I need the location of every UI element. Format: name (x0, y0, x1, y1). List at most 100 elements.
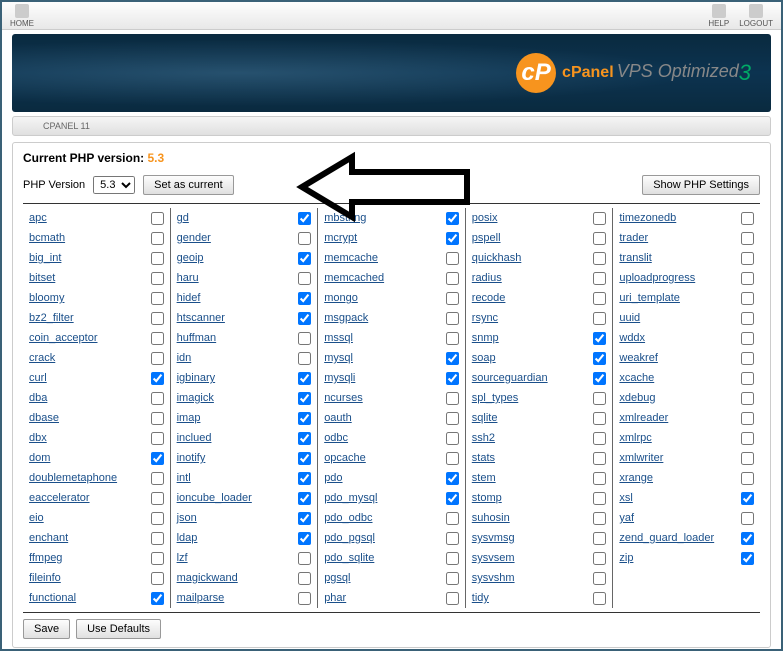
extension-checkbox[interactable] (446, 572, 459, 585)
extension-ldap[interactable]: ldap (177, 528, 312, 548)
extension-checkbox[interactable] (151, 352, 164, 365)
extension-checkbox[interactable] (741, 432, 754, 445)
extension-inotify[interactable]: inotify (177, 448, 312, 468)
extension-mssql[interactable]: mssql (324, 328, 459, 348)
extension-checkbox[interactable] (446, 332, 459, 345)
extension-checkbox[interactable] (151, 492, 164, 505)
extension-mysqli[interactable]: mysqli (324, 368, 459, 388)
extension-yaf[interactable]: yaf (619, 508, 754, 528)
extension-checkbox[interactable] (741, 292, 754, 305)
logout-link[interactable]: LOGOUT (739, 4, 773, 28)
use-defaults-button[interactable]: Use Defaults (76, 619, 161, 639)
extension-functional[interactable]: functional (29, 588, 164, 608)
extension-checkbox[interactable] (593, 312, 606, 325)
extension-checkbox[interactable] (446, 492, 459, 505)
extension-doublemetaphone[interactable]: doublemetaphone (29, 468, 164, 488)
extension-pdo[interactable]: pdo (324, 468, 459, 488)
extension-eaccelerator[interactable]: eaccelerator (29, 488, 164, 508)
extension-checkbox[interactable] (446, 372, 459, 385)
extension-mysql[interactable]: mysql (324, 348, 459, 368)
extension-mcrypt[interactable]: mcrypt (324, 228, 459, 248)
extension-quickhash[interactable]: quickhash (472, 248, 607, 268)
extension-checkbox[interactable] (593, 552, 606, 565)
extension-zip[interactable]: zip (619, 548, 754, 568)
extension-timezonedb[interactable]: timezonedb (619, 208, 754, 228)
extension-crack[interactable]: crack (29, 348, 164, 368)
extension-imagick[interactable]: imagick (177, 388, 312, 408)
extension-json[interactable]: json (177, 508, 312, 528)
extension-tidy[interactable]: tidy (472, 588, 607, 608)
extension-recode[interactable]: recode (472, 288, 607, 308)
extension-bcmath[interactable]: bcmath (29, 228, 164, 248)
extension-checkbox[interactable] (151, 412, 164, 425)
extension-curl[interactable]: curl (29, 368, 164, 388)
extension-checkbox[interactable] (151, 532, 164, 545)
extension-checkbox[interactable] (446, 432, 459, 445)
extension-checkbox[interactable] (298, 332, 311, 345)
extension-checkbox[interactable] (593, 292, 606, 305)
extension-sourceguardian[interactable]: sourceguardian (472, 368, 607, 388)
extension-checkbox[interactable] (593, 352, 606, 365)
extension-checkbox[interactable] (151, 592, 164, 605)
extension-huffman[interactable]: huffman (177, 328, 312, 348)
extension-checkbox[interactable] (151, 512, 164, 525)
extension-checkbox[interactable] (298, 392, 311, 405)
extension-checkbox[interactable] (741, 232, 754, 245)
extension-checkbox[interactable] (741, 272, 754, 285)
extension-checkbox[interactable] (151, 372, 164, 385)
extension-checkbox[interactable] (298, 372, 311, 385)
extension-checkbox[interactable] (298, 452, 311, 465)
extension-soap[interactable]: soap (472, 348, 607, 368)
extension-checkbox[interactable] (741, 492, 754, 505)
show-php-settings-button[interactable]: Show PHP Settings (642, 175, 760, 195)
extension-checkbox[interactable] (298, 312, 311, 325)
extension-uri_template[interactable]: uri_template (619, 288, 754, 308)
extension-checkbox[interactable] (446, 592, 459, 605)
extension-checkbox[interactable] (593, 252, 606, 265)
extension-igbinary[interactable]: igbinary (177, 368, 312, 388)
extension-pgsql[interactable]: pgsql (324, 568, 459, 588)
extension-geoip[interactable]: geoip (177, 248, 312, 268)
extension-wddx[interactable]: wddx (619, 328, 754, 348)
extension-checkbox[interactable] (741, 532, 754, 545)
extension-pdo_pgsql[interactable]: pdo_pgsql (324, 528, 459, 548)
extension-haru[interactable]: haru (177, 268, 312, 288)
extension-checkbox[interactable] (298, 472, 311, 485)
extension-zend_guard_loader[interactable]: zend_guard_loader (619, 528, 754, 548)
extension-oauth[interactable]: oauth (324, 408, 459, 428)
extension-checkbox[interactable] (151, 252, 164, 265)
extension-dbx[interactable]: dbx (29, 428, 164, 448)
extension-ncurses[interactable]: ncurses (324, 388, 459, 408)
extension-pdo_sqlite[interactable]: pdo_sqlite (324, 548, 459, 568)
extension-mbstring[interactable]: mbstring (324, 208, 459, 228)
extension-checkbox[interactable] (593, 572, 606, 585)
extension-checkbox[interactable] (151, 452, 164, 465)
extension-checkbox[interactable] (151, 292, 164, 305)
php-version-select[interactable]: 5.3 (93, 176, 135, 194)
extension-pdo_mysql[interactable]: pdo_mysql (324, 488, 459, 508)
extension-checkbox[interactable] (446, 252, 459, 265)
extension-checkbox[interactable] (741, 212, 754, 225)
extension-checkbox[interactable] (151, 392, 164, 405)
extension-ioncube_loader[interactable]: ioncube_loader (177, 488, 312, 508)
extension-stem[interactable]: stem (472, 468, 607, 488)
extension-checkbox[interactable] (446, 352, 459, 365)
extension-checkbox[interactable] (593, 372, 606, 385)
extension-xsl[interactable]: xsl (619, 488, 754, 508)
extension-xmlreader[interactable]: xmlreader (619, 408, 754, 428)
extension-mailparse[interactable]: mailparse (177, 588, 312, 608)
extension-checkbox[interactable] (741, 412, 754, 425)
extension-odbc[interactable]: odbc (324, 428, 459, 448)
extension-dbase[interactable]: dbase (29, 408, 164, 428)
extension-checkbox[interactable] (151, 332, 164, 345)
extension-checkbox[interactable] (446, 412, 459, 425)
extension-checkbox[interactable] (151, 272, 164, 285)
extension-uuid[interactable]: uuid (619, 308, 754, 328)
extension-checkbox[interactable] (741, 332, 754, 345)
extension-checkbox[interactable] (298, 552, 311, 565)
extension-checkbox[interactable] (446, 532, 459, 545)
extension-checkbox[interactable] (298, 412, 311, 425)
extension-checkbox[interactable] (741, 392, 754, 405)
extension-checkbox[interactable] (741, 372, 754, 385)
extension-dom[interactable]: dom (29, 448, 164, 468)
